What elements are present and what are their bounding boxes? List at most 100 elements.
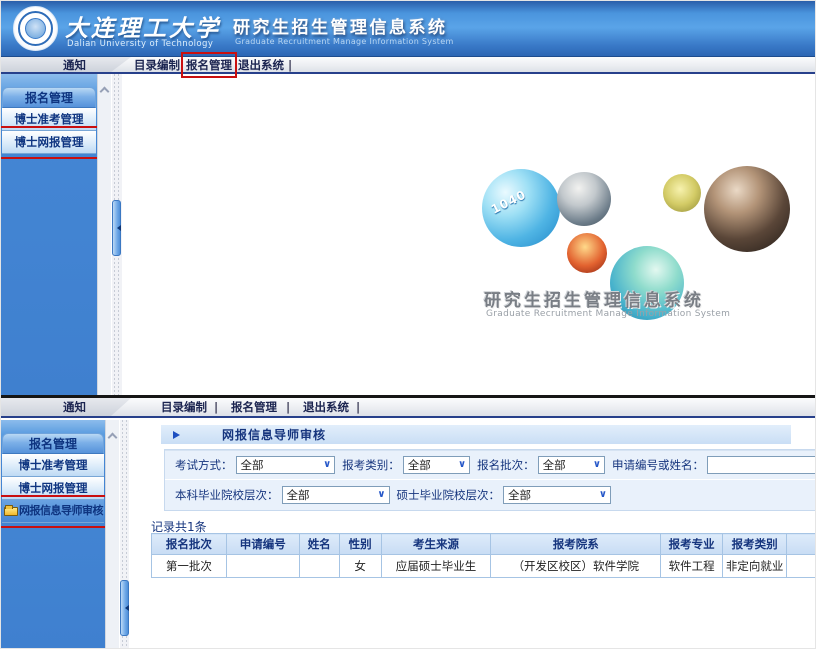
sidebar-item-review annotation-box[interactable]: 网报信息导师审核 (2, 500, 104, 523)
col-batch: 报名批次 (152, 534, 227, 555)
sidebar-item-phd-exam[interactable]: 博士准考管理 (2, 454, 104, 477)
results-table: 报名批次 申请编号 姓名 性别 考生来源 报考院系 报考专业 报考类别 第一批次 (151, 533, 816, 578)
menu-separator: | (214, 400, 218, 414)
notice-tab-label[interactable]: 通知 (63, 399, 86, 415)
panel-splitter[interactable] (112, 74, 122, 395)
col-extra (787, 534, 816, 555)
menu-bar: 通知 目录编制 报名管理 退出系统 | (1, 57, 816, 74)
sidebar-scrollbar[interactable] (105, 420, 119, 649)
bachelor-level-select[interactable]: 全部 ∨ (282, 486, 390, 504)
app-window: 大连理工大学 Dalian University of Technology 研… (0, 0, 816, 649)
batch-select[interactable]: 全部 ∨ (538, 456, 605, 474)
cell-gender: 女 (339, 555, 381, 578)
menu-item-enroll[interactable]: 报名管理 (231, 399, 277, 415)
exam-mode-select[interactable]: 全部 ∨ (236, 456, 336, 474)
apply-category-label: 报考类别： (342, 457, 400, 473)
id-or-name-label: 申请编号或姓名： (612, 457, 704, 473)
col-application-no: 申请编号 (226, 534, 299, 555)
bachelor-level-label: 本科毕业院校层次： (175, 487, 279, 503)
col-department: 报考院系 (491, 534, 661, 555)
university-name-cn: 大连理工大学 (65, 9, 221, 43)
chevron-down-icon: ∨ (323, 460, 331, 470)
arrow-right-icon (173, 431, 180, 439)
cell-major: 软件工程 (661, 555, 723, 578)
section-bottom: 通知 目录编制 | 报名管理 | 退出系统 | 报名管理 博士准考管理 博士网报… (1, 398, 816, 649)
apply-category-value: 全部 (408, 457, 431, 473)
open-folder-icon (4, 507, 18, 516)
chevron-down-icon: ∨ (377, 490, 385, 500)
notice-tab-label[interactable]: 通知 (63, 57, 86, 73)
menu-item-enroll annotation-box[interactable]: 报名管理 (186, 57, 232, 73)
collage-tax-form-photo: 1040 (482, 169, 560, 247)
exam-mode-value: 全部 (241, 457, 264, 473)
app-header: 大连理工大学 Dalian University of Technology 研… (1, 1, 816, 57)
col-candidate-source: 考生来源 (381, 534, 491, 555)
collage-office-photo (557, 172, 611, 226)
col-major: 报考专业 (661, 534, 723, 555)
master-level-select[interactable]: 全部 ∨ (503, 486, 611, 504)
sidebar-header-enroll: 报名管理 (2, 433, 104, 454)
table-row[interactable]: 第一批次 女 应届硕士毕业生 （开发区校区）软件学院 软件工程 非定向就业 (152, 555, 816, 578)
collage-abacus-photo (567, 233, 607, 273)
exam-mode-label: 考试方式： (175, 457, 233, 473)
sidebar: 报名管理 博士准考管理 博士网报管理 网报信息导师审核 (1, 420, 105, 649)
chevron-down-icon: ∨ (599, 490, 607, 500)
watermark-title-cn: 研究生招生管理信息系统 (484, 286, 704, 311)
apply-category-select[interactable]: 全部 ∨ (403, 456, 470, 474)
menu-item-catalog[interactable]: 目录编制 (161, 399, 207, 415)
collapse-sidebar-button[interactable] (120, 580, 129, 636)
sidebar: 报名管理 博士准考管理 博士网报管理 (1, 74, 97, 395)
filter-row-2: 本科毕业院校层次： 全部 ∨ 硕士毕业院校层次： 全部 ∨ (165, 480, 816, 510)
cell-application-no (226, 555, 299, 578)
menu-item-catalog[interactable]: 目录编制 (134, 57, 180, 73)
sidebar-item-phd-online[interactable]: 博士网报管理 (2, 477, 104, 500)
table-header-row: 报名批次 申请编号 姓名 性别 考生来源 报考院系 报考专业 报考类别 (152, 534, 816, 555)
sidebar-header-enroll: 报名管理 (2, 87, 96, 108)
content-area: 网报信息导师审核 考试方式： 全部 ∨ 报考类别： 全部 ∨ 报名批次： (129, 420, 816, 649)
university-logo (13, 6, 58, 51)
system-title-cn: 研究生招生管理信息系统 (233, 13, 448, 38)
menu-separator: | (356, 400, 360, 414)
id-or-name-input[interactable] (707, 456, 816, 474)
chevron-down-icon: ∨ (593, 460, 601, 470)
col-name: 姓名 (299, 534, 339, 555)
menu-item-exit[interactable]: 退出系统 (303, 399, 349, 415)
menu-item-exit[interactable]: 退出系统 (238, 57, 284, 73)
col-gender: 性别 (339, 534, 381, 555)
master-level-label: 硕士毕业院校层次： (397, 487, 501, 503)
menu-separator: | (288, 58, 292, 72)
scroll-up-icon[interactable] (100, 87, 110, 97)
bachelor-level-value: 全部 (287, 487, 310, 503)
cell-apply-category: 非定向就业 (723, 555, 787, 578)
batch-label: 报名批次： (477, 457, 535, 473)
system-title-en: Graduate Recruitment Manage Information … (235, 37, 454, 46)
cell-batch: 第一批次 (152, 555, 227, 578)
master-level-value: 全部 (508, 487, 531, 503)
menu-bar: 通知 目录编制 | 报名管理 | 退出系统 | (1, 398, 816, 418)
cell-extra (787, 555, 816, 578)
col-apply-category: 报考类别 (723, 534, 787, 555)
university-name-en: Dalian University of Technology (67, 39, 213, 49)
scroll-up-icon[interactable] (108, 433, 118, 443)
menu-separator: | (286, 400, 290, 414)
tax-form-number: 1040 (489, 187, 529, 216)
watermark-title-en: Graduate Recruitment Manage Information … (486, 309, 730, 319)
chevron-down-icon: ∨ (458, 460, 466, 470)
collage-clock-photo (663, 174, 701, 212)
sidebar-item-phd-exam[interactable]: 博士准考管理 (2, 108, 96, 131)
cell-candidate-source: 应届硕士毕业生 (381, 555, 491, 578)
batch-value: 全部 (543, 457, 566, 473)
sidebar-item-phd-online annotation-box[interactable]: 博士网报管理 (2, 131, 96, 154)
cell-department: （开发区校区）软件学院 (491, 555, 661, 578)
collage-phone-call-photo (704, 166, 790, 252)
cell-name (299, 555, 339, 578)
sidebar-area: 报名管理 博士准考管理 博士网报管理 (1, 74, 816, 395)
collapse-sidebar-button[interactable] (112, 200, 121, 256)
section-top: 大连理工大学 Dalian University of Technology 研… (1, 1, 816, 395)
sidebar-item-review-label: 网报信息导师审核 (19, 500, 103, 522)
sidebar-scrollbar[interactable] (97, 74, 111, 395)
panel-title: 网报信息导师审核 (222, 426, 326, 443)
panel-title-bar: 网报信息导师审核 (161, 425, 791, 444)
filter-row-1: 考试方式： 全部 ∨ 报考类别： 全部 ∨ 报名批次： 全部 ∨ (165, 450, 816, 480)
filter-panel: 考试方式： 全部 ∨ 报考类别： 全部 ∨ 报名批次： 全部 ∨ (164, 449, 816, 511)
